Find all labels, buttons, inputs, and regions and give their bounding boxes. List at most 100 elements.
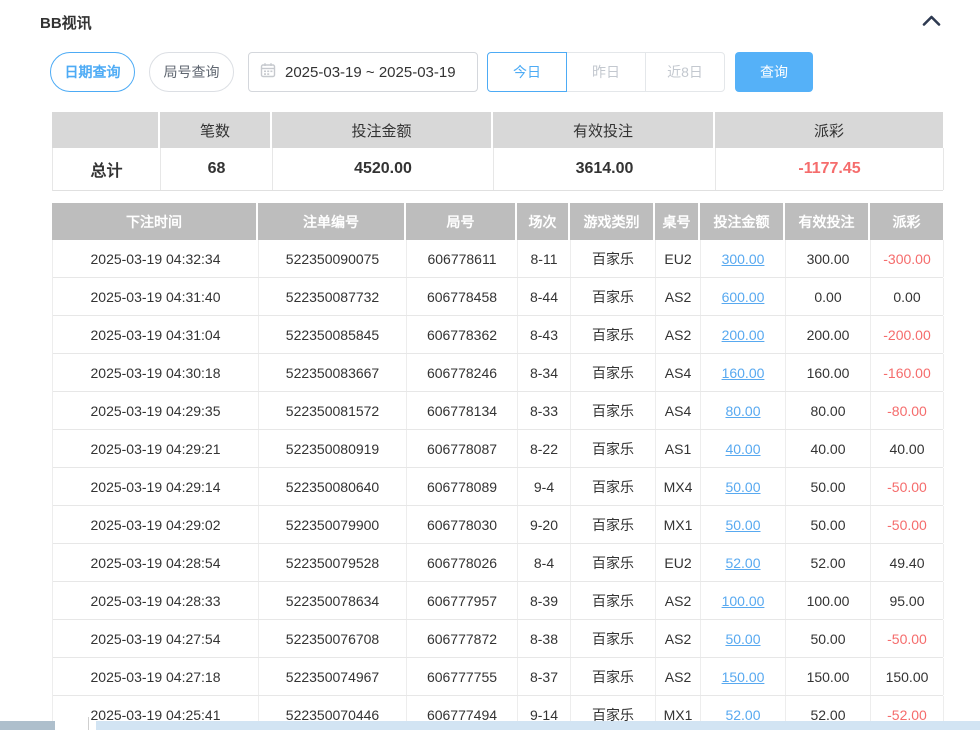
query-toolbar: 日期查询 局号查询 2025-03-19 ~ 2025-03-19 今日 — [50, 52, 813, 92]
table-row: 2025-03-19 04:29:14 522350080640 6067780… — [53, 468, 943, 506]
cell-session: 8-22 — [518, 430, 571, 467]
cell-payout: 0.00 — [871, 278, 944, 315]
cell-game-type: 百家乐 — [571, 316, 656, 353]
cell-round-number: 606778458 — [407, 278, 518, 315]
quick-today-button[interactable]: 今日 — [487, 52, 567, 92]
bet-amount-link[interactable]: 40.00 — [701, 430, 786, 467]
quick-range-group: 今日 昨日 近8日 — [487, 52, 725, 92]
search-button[interactable]: 查询 — [735, 52, 813, 92]
bet-amount-link[interactable]: 52.00 — [701, 544, 786, 581]
summary-header-valid-bet: 有效投注 — [493, 112, 715, 148]
table-row: 2025-03-19 04:28:54 522350079528 6067780… — [53, 544, 943, 582]
bet-amount-link[interactable]: 50.00 — [701, 620, 786, 657]
cell-game-type: 百家乐 — [571, 468, 656, 505]
tab-round-query[interactable]: 局号查询 — [149, 52, 234, 92]
cell-payout: -50.00 — [871, 468, 944, 505]
cell-table-number: AS2 — [656, 582, 701, 619]
cell-round-number: 606778026 — [407, 544, 518, 581]
cell-round-number: 606778087 — [407, 430, 518, 467]
bet-amount-link[interactable]: 160.00 — [701, 354, 786, 391]
bet-amount-link[interactable]: 200.00 — [701, 316, 786, 353]
cell-session: 9-4 — [518, 468, 571, 505]
cell-order-number: 522350074967 — [259, 658, 407, 695]
collapse-panel-button[interactable] — [918, 10, 944, 32]
cell-table-number: AS2 — [656, 278, 701, 315]
cell-order-number: 522350079528 — [259, 544, 407, 581]
cell-bet-time: 2025-03-19 04:27:18 — [53, 658, 259, 695]
cell-valid-bet: 50.00 — [786, 620, 871, 657]
summary-header-count: 笔数 — [160, 112, 272, 148]
cell-session: 8-38 — [518, 620, 571, 657]
col-bet-time: 下注时间 — [52, 203, 258, 240]
bet-amount-link[interactable]: 50.00 — [701, 468, 786, 505]
bet-amount-link[interactable]: 80.00 — [701, 392, 786, 429]
cell-bet-time: 2025-03-19 04:29:14 — [53, 468, 259, 505]
cell-valid-bet: 0.00 — [786, 278, 871, 315]
cell-round-number: 606777755 — [407, 658, 518, 695]
cell-game-type: 百家乐 — [571, 392, 656, 429]
cell-table-number: AS2 — [656, 620, 701, 657]
bet-amount-link[interactable]: 150.00 — [701, 658, 786, 695]
cell-round-number: 606777872 — [407, 620, 518, 657]
bet-table-body: 2025-03-19 04:32:34 522350090075 6067786… — [52, 240, 943, 730]
cell-payout: 95.00 — [871, 582, 944, 619]
col-order-number: 注单编号 — [258, 203, 406, 240]
cell-table-number: MX4 — [656, 468, 701, 505]
cell-game-type: 百家乐 — [571, 544, 656, 581]
cell-session: 8-44 — [518, 278, 571, 315]
cell-bet-time: 2025-03-19 04:31:40 — [53, 278, 259, 315]
cell-round-number: 606778611 — [407, 240, 518, 277]
bet-amount-link[interactable]: 100.00 — [701, 582, 786, 619]
quick-yesterday-button[interactable]: 昨日 — [566, 52, 646, 92]
summary-table: 笔数 投注金额 有效投注 派彩 总计 68 4520.00 3614.00 -1… — [52, 112, 943, 191]
bet-amount-link[interactable]: 300.00 — [701, 240, 786, 277]
col-game-type: 游戏类别 — [570, 203, 655, 240]
cell-bet-time: 2025-03-19 04:29:02 — [53, 506, 259, 543]
cell-table-number: MX1 — [656, 506, 701, 543]
cell-payout: -50.00 — [871, 620, 944, 657]
cell-order-number: 522350080919 — [259, 430, 407, 467]
cell-payout: 40.00 — [871, 430, 944, 467]
cell-table-number: AS4 — [656, 354, 701, 391]
date-range-value: 2025-03-19 ~ 2025-03-19 — [285, 64, 456, 81]
date-range-picker[interactable]: 2025-03-19 ~ 2025-03-19 — [248, 52, 478, 92]
cell-valid-bet: 80.00 — [786, 392, 871, 429]
cell-session: 8-11 — [518, 240, 571, 277]
cell-payout: 150.00 — [871, 658, 944, 695]
col-valid-bet: 有效投注 — [785, 203, 870, 240]
cell-session: 9-20 — [518, 506, 571, 543]
inner-horizontal-scrollbar-track[interactable] — [96, 721, 980, 730]
cell-payout: -300.00 — [871, 240, 944, 277]
bet-amount-link[interactable]: 600.00 — [701, 278, 786, 315]
tab-date-query[interactable]: 日期查询 — [50, 52, 135, 92]
cell-round-number: 606778246 — [407, 354, 518, 391]
cell-bet-time: 2025-03-19 04:28:54 — [53, 544, 259, 581]
bet-amount-link[interactable]: 50.00 — [701, 506, 786, 543]
summary-bet-amount-value: 4520.00 — [273, 148, 494, 190]
cell-table-number: EU2 — [656, 544, 701, 581]
cell-round-number: 606778089 — [407, 468, 518, 505]
cell-bet-time: 2025-03-19 04:31:04 — [53, 316, 259, 353]
outer-horizontal-scrollbar-thumb[interactable] — [0, 721, 55, 730]
table-row: 2025-03-19 04:30:18 522350083667 6067782… — [53, 354, 943, 392]
cell-valid-bet: 50.00 — [786, 506, 871, 543]
cell-game-type: 百家乐 — [571, 506, 656, 543]
cell-order-number: 522350083667 — [259, 354, 407, 391]
cell-game-type: 百家乐 — [571, 240, 656, 277]
cell-bet-time: 2025-03-19 04:29:21 — [53, 430, 259, 467]
cell-order-number: 522350090075 — [259, 240, 407, 277]
col-payout: 派彩 — [870, 203, 943, 240]
cell-bet-time: 2025-03-19 04:29:35 — [53, 392, 259, 429]
table-row: 2025-03-19 04:28:33 522350078634 6067779… — [53, 582, 943, 620]
summary-total-row: 总计 68 4520.00 3614.00 -1177.45 — [52, 148, 943, 191]
summary-header-bet-amount: 投注金额 — [272, 112, 493, 148]
cell-valid-bet: 150.00 — [786, 658, 871, 695]
cell-round-number: 606778030 — [407, 506, 518, 543]
summary-valid-bet-value: 3614.00 — [494, 148, 716, 190]
cell-order-number: 522350078634 — [259, 582, 407, 619]
quick-last8days-button[interactable]: 近8日 — [645, 52, 725, 92]
cell-table-number: AS4 — [656, 392, 701, 429]
cell-order-number: 522350087732 — [259, 278, 407, 315]
cell-order-number: 522350081572 — [259, 392, 407, 429]
summary-payout-value: -1177.45 — [716, 148, 944, 190]
